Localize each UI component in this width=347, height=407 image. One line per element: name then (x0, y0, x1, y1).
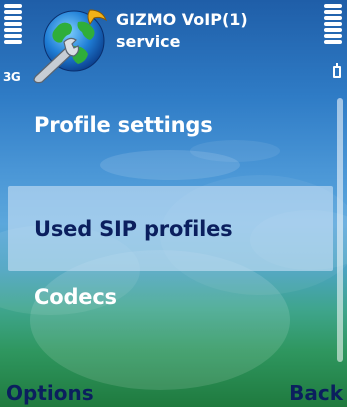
app-title-block: GIZMO VoIP(1) service (116, 9, 248, 53)
app-subtitle: service (116, 32, 181, 51)
menu-item-label: Used SIP profiles (34, 216, 233, 241)
scrollbar[interactable] (337, 98, 343, 362)
phone-screen: 3G GIZMO VoIP(1) service Profile setting… (0, 0, 347, 407)
options-softkey[interactable]: Options (6, 379, 94, 407)
scrollbar-thumb[interactable] (337, 98, 343, 362)
menu-item-profile-settings[interactable]: Profile settings (8, 82, 333, 168)
app-title: GIZMO VoIP(1) (116, 10, 248, 29)
globe-wrench-icon (33, 9, 108, 84)
back-softkey[interactable]: Back (289, 379, 343, 407)
menu-item-label: Profile settings (34, 113, 213, 137)
menu-item-codecs[interactable]: Codecs (8, 254, 333, 340)
battery-icon (333, 63, 341, 78)
signal-strength-icon (4, 4, 22, 46)
menu-item-label: Codecs (34, 285, 117, 309)
battery-level-icon (324, 4, 342, 46)
